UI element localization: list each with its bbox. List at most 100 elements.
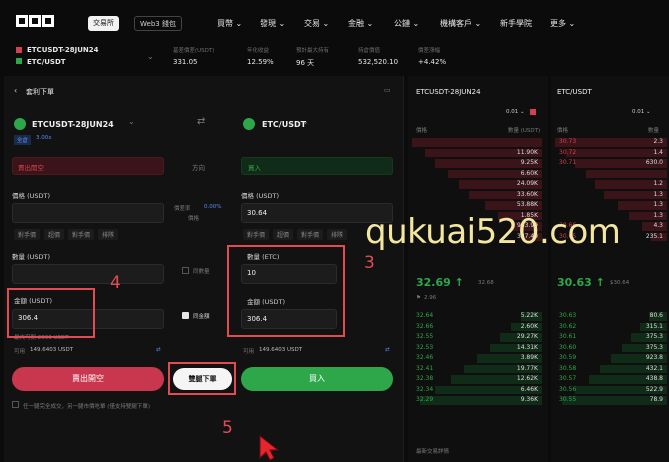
bid-row[interactable]: 30.56 522.9 <box>555 385 667 396</box>
right-available-value: 149.6403 USDT <box>259 347 303 353</box>
ask-row[interactable] <box>555 169 667 180</box>
chevron-down-icon[interactable]: ⌄ <box>128 117 135 126</box>
nav-buy-crypto[interactable]: 買幣 ⌄ <box>217 18 242 29</box>
right-available-label: 可用 <box>243 349 255 355</box>
bid-row[interactable]: 30.58 432.1 <box>555 364 667 375</box>
chevron-down-icon[interactable]: ⌄ <box>302 117 309 126</box>
row-qty: 19.77K <box>516 364 538 372</box>
nav-more[interactable]: 更多 ⌄ <box>550 18 575 29</box>
tick-size-select[interactable]: 0.01 ⌄ <box>632 109 651 115</box>
highlight-dual-leg-button <box>168 362 236 395</box>
buy-button[interactable]: 買入 <box>241 367 393 391</box>
bid-row[interactable]: 30.55 78.9 <box>555 395 667 406</box>
shortcut-button[interactable]: 對手價 <box>297 229 324 240</box>
margin-mode-tag[interactable]: 全倉 <box>14 135 32 145</box>
shortcut-button[interactable]: 超價 <box>44 229 65 240</box>
shortcut-button[interactable]: 對手價 <box>68 229 95 240</box>
tick-size-select[interactable]: 0.01 ⌄ <box>506 109 525 115</box>
okx-logo[interactable] <box>16 12 72 32</box>
long-leg-marker <box>16 58 22 64</box>
orderbook-title: ETC/USDT <box>557 88 592 96</box>
ask-row[interactable]: 6.60K <box>412 169 542 180</box>
etc-coin-icon <box>14 118 26 130</box>
ask-row[interactable]: 1.2 <box>555 179 667 190</box>
bid-row[interactable]: 32.38 12.62K <box>412 374 542 385</box>
ask-row[interactable]: 1.3 <box>555 200 667 211</box>
nav-chains[interactable]: 公鏈 ⌄ <box>394 18 419 29</box>
ask-row[interactable]: 30.72 1.4 <box>555 148 667 159</box>
bid-row[interactable]: 30.57 438.8 <box>555 374 667 385</box>
ask-row[interactable]: 24.09K <box>412 179 542 190</box>
row-qty: 4.3 <box>653 222 663 229</box>
bid-row[interactable]: 32.66 2.60K <box>412 322 542 333</box>
bid-row[interactable]: 30.63 80.6 <box>555 311 667 322</box>
back-icon[interactable]: ‹ <box>14 86 17 95</box>
row-qty: 6.46K <box>520 385 538 393</box>
bid-row[interactable]: 32.55 29.27K <box>412 332 542 343</box>
bid-row[interactable]: 32.29 9.36K <box>412 395 542 406</box>
trade-details-link[interactable]: 最新交易詳情 <box>416 447 449 455</box>
ask-row[interactable]: 1.3 <box>555 190 667 201</box>
expand-icon[interactable]: ▭ <box>384 86 391 94</box>
tab-web3-wallet[interactable]: Web3 錢包 <box>134 16 182 31</box>
view-mode-icon[interactable] <box>530 109 536 115</box>
ask-row[interactable]: 53.88K <box>412 200 542 211</box>
col-price: 價格 <box>416 128 428 134</box>
bid-row[interactable]: 32.64 5.22K <box>412 311 542 322</box>
shortcut-button[interactable]: 對手價 <box>14 229 41 240</box>
chevron-down-icon[interactable]: ⌄ <box>147 52 154 61</box>
nav-finance[interactable]: 金融 ⌄ <box>348 18 373 29</box>
row-qty: 3.89K <box>520 354 538 361</box>
bid-row[interactable]: 32.53 14.31K <box>412 343 542 354</box>
col-qty: 數量 <box>648 128 660 134</box>
sync-amount-checkbox[interactable] <box>182 312 189 319</box>
ask-row[interactable]: 11.90K <box>412 148 542 159</box>
mid-price: 30.63 ↑ <box>557 276 605 289</box>
up-arrow-icon: ↑ <box>450 276 464 289</box>
flag-icon: ⚑ <box>416 295 421 301</box>
right-direction-select[interactable] <box>241 157 393 175</box>
left-qty-input[interactable] <box>12 264 164 284</box>
swap-icon[interactable]: ⇄ <box>197 116 205 127</box>
row-qty: 438.8 <box>645 375 663 382</box>
transfer-icon[interactable]: ⇄ <box>385 347 390 353</box>
row-price: 30.61 <box>559 333 577 340</box>
right-pair-select[interactable]: ETC/USDT <box>262 120 306 129</box>
row-qty: 315.1 <box>645 322 663 330</box>
sync-qty-checkbox[interactable] <box>182 267 189 274</box>
bid-row[interactable]: 30.60 375.3 <box>555 343 667 354</box>
nav-trade[interactable]: 交易 ⌄ <box>304 18 329 29</box>
shortcut-button[interactable]: 超價 <box>273 229 294 240</box>
nav-institutional[interactable]: 機構客戶 ⌄ <box>440 18 481 29</box>
bid-row[interactable]: 30.59 923.8 <box>555 353 667 364</box>
bid-row[interactable]: 30.61 375.3 <box>555 332 667 343</box>
ask-row[interactable]: 33.60K <box>412 190 542 201</box>
ask-row[interactable] <box>412 137 542 148</box>
ask-row[interactable]: 9.25K <box>412 158 542 169</box>
left-pair-select[interactable]: ETCUSDT-28JUN24 <box>32 120 114 129</box>
stat-label: 價差漲幅 <box>418 48 441 54</box>
shortcut-button[interactable]: 對手價 <box>243 229 270 240</box>
row-qty: 6.60K <box>520 169 538 177</box>
ticker-pair2[interactable]: ETC/USDT <box>27 58 66 66</box>
bid-row[interactable]: 32.46 3.89K <box>412 353 542 364</box>
nav-academy[interactable]: 新手學院 <box>500 18 532 29</box>
nav-discover[interactable]: 發現 ⌄ <box>260 18 285 29</box>
ask-row[interactable]: 30.71 630.0 <box>555 158 667 169</box>
shortcut-button[interactable]: 排隊 <box>327 229 348 240</box>
row-qty: 1.3 <box>653 201 663 208</box>
bid-row[interactable]: 30.62 315.1 <box>555 322 667 333</box>
col-price: 價格 <box>557 128 569 134</box>
left-available-value: 149.6403 USDT <box>30 347 74 353</box>
shortcut-button[interactable]: 排隊 <box>98 229 119 240</box>
leverage-tag[interactable]: 3.00x <box>36 135 52 141</box>
bid-row[interactable]: 32.41 19.77K <box>412 364 542 375</box>
bid-row[interactable]: 32.34 6.46K <box>412 385 542 396</box>
left-price-input[interactable] <box>12 203 164 223</box>
ticker-pair1[interactable]: ETCUSDT-28JUN24 <box>27 46 99 54</box>
ask-row[interactable]: 30.73 2.3 <box>555 137 667 148</box>
sell-open-short-button[interactable]: 賣出開空 <box>12 367 164 391</box>
tab-exchange[interactable]: 交易所 <box>88 16 119 31</box>
auto-fill-checkbox[interactable] <box>12 401 19 408</box>
transfer-icon[interactable]: ⇄ <box>156 347 161 353</box>
